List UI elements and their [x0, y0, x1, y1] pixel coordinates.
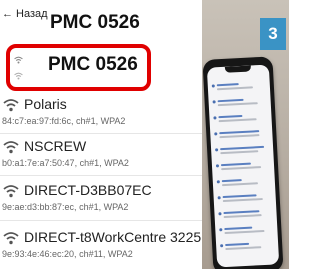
smartphone-image — [202, 56, 284, 269]
back-arrow-icon: ← — [2, 8, 13, 20]
network-ssid: DIRECT-D3BB07EC — [24, 182, 152, 198]
back-label: Назад — [16, 8, 48, 20]
network-details: 9e:ae:d3:bb:87:ec, ch#1, WPA2 — [2, 202, 129, 212]
network-ssid: DIRECT-t8WorkCentre 3225 — [24, 229, 202, 245]
phone-screen — [206, 64, 280, 268]
divider — [0, 220, 202, 221]
network-ssid: PMC 0526 — [48, 54, 138, 75]
network-item[interactable]: NSCREW b0:a1:7e:a7:50:47, ch#1, WPA2 — [0, 138, 202, 180]
network-item[interactable]: Polaris 84:c7:ea:97:fd:6c, ch#1, WPA2 — [0, 96, 202, 138]
phone-notch — [224, 65, 252, 73]
highlighted-network-item[interactable]: PMC 0526 — [6, 44, 151, 91]
mini-list-row — [220, 238, 275, 257]
network-details: 84:c7:ea:97:fd:6c, ch#1, WPA2 — [2, 116, 126, 126]
network-item[interactable]: DIRECT-D3BB07EC 9e:ae:d3:bb:87:ec, ch#1,… — [0, 182, 202, 224]
wifi-icon — [3, 99, 19, 112]
network-ssid: NSCREW — [24, 138, 87, 154]
wifi-list-panel: ← Назад PMC 0526 PMC 0526 Polaris 84:c7:e… — [0, 0, 202, 269]
network-item[interactable]: DIRECT-t8WorkCentre 3225 9e:93:4e:46:ec:… — [0, 229, 202, 269]
wifi-icon — [3, 232, 19, 245]
top-bar: ← Назад PMC 0526 — [0, 0, 202, 40]
divider — [0, 133, 202, 134]
wifi-icon — [14, 56, 23, 64]
page-title: PMC 0526 — [50, 12, 140, 33]
wifi-icon — [14, 72, 23, 80]
step-number-badge: 3 — [260, 18, 286, 50]
wifi-icon — [3, 141, 19, 154]
wifi-icon — [3, 185, 19, 198]
network-details: b0:a1:7e:a7:50:47, ch#1, WPA2 — [2, 158, 129, 168]
divider — [0, 175, 202, 176]
back-button[interactable]: ← Назад — [2, 8, 48, 20]
network-details: 9e:93:4e:46:ec:20, ch#11, WPA2 — [2, 249, 133, 259]
network-ssid: Polaris — [24, 96, 67, 112]
